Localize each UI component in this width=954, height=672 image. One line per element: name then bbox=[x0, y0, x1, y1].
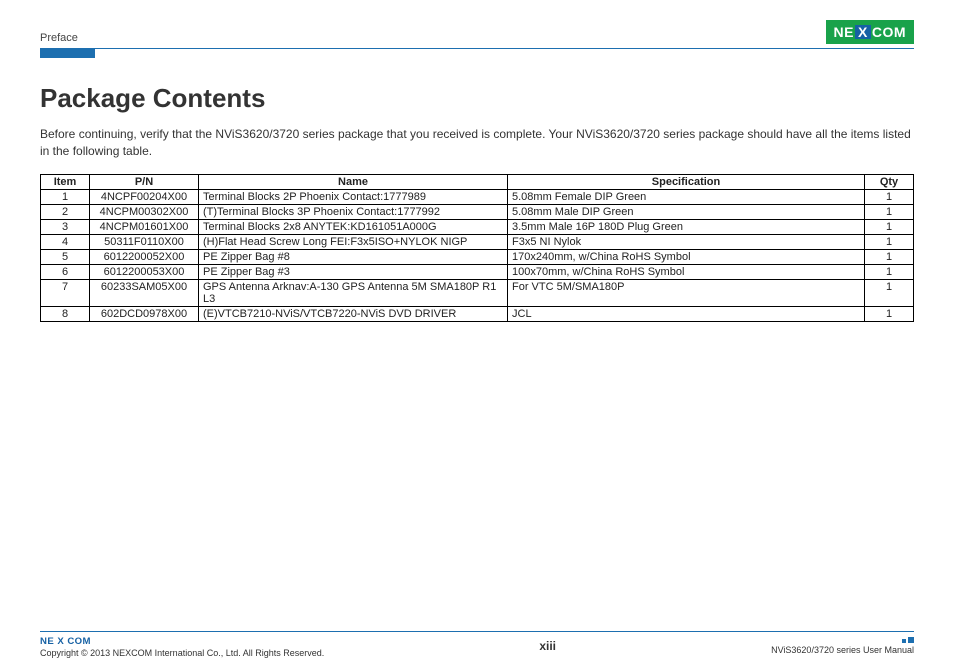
cell-spec: F3x5 NI Nylok bbox=[508, 234, 865, 249]
cell-spec: 3.5mm Male 16P 180D Plug Green bbox=[508, 219, 865, 234]
cell-name: GPS Antenna Arknav:A-130 GPS Antenna 5M … bbox=[199, 279, 508, 306]
cell-spec: 5.08mm Female DIP Green bbox=[508, 189, 865, 204]
th-name: Name bbox=[199, 174, 508, 189]
cell-qty: 1 bbox=[865, 219, 914, 234]
cell-spec: 100x70mm, w/China RoHS Symbol bbox=[508, 264, 865, 279]
cell-qty: 1 bbox=[865, 306, 914, 321]
header-section: Preface bbox=[40, 32, 78, 44]
table-row: 8602DCD0978X00(E)VTCB7210-NViS/VTCB7220-… bbox=[41, 306, 914, 321]
cell-qty: 1 bbox=[865, 264, 914, 279]
intro-paragraph: Before continuing, verify that the NViS3… bbox=[40, 126, 914, 160]
footer-doc-title: NViS3620/3720 series User Manual bbox=[771, 645, 914, 655]
package-contents-table: Item P/N Name Specification Qty 14NCPF00… bbox=[40, 174, 914, 322]
logo-text-x: X bbox=[855, 25, 871, 39]
table-row: 14NCPF00204X00Terminal Blocks 2P Phoenix… bbox=[41, 189, 914, 204]
table-header-row: Item P/N Name Specification Qty bbox=[41, 174, 914, 189]
cell-pn: 6012200053X00 bbox=[90, 264, 199, 279]
cell-pn: 60233SAM05X00 bbox=[90, 279, 199, 306]
cell-name: (T)Terminal Blocks 3P Phoenix Contact:17… bbox=[199, 204, 508, 219]
header-rule bbox=[40, 48, 914, 58]
cell-item: 2 bbox=[41, 204, 90, 219]
th-item: Item bbox=[41, 174, 90, 189]
footer-ornament bbox=[771, 637, 914, 643]
page-title: Package Contents bbox=[40, 83, 914, 114]
page-number: xiii bbox=[539, 639, 556, 653]
th-pn: P/N bbox=[90, 174, 199, 189]
cell-name: Terminal Blocks 2P Phoenix Contact:17779… bbox=[199, 189, 508, 204]
brand-logo: NEXCOM bbox=[826, 20, 914, 44]
footer-copyright: Copyright © 2013 NEXCOM International Co… bbox=[40, 648, 324, 658]
cell-qty: 1 bbox=[865, 279, 914, 306]
footer-rule bbox=[40, 631, 914, 632]
logo-text-post: COM bbox=[872, 24, 906, 40]
cell-name: PE Zipper Bag #3 bbox=[199, 264, 508, 279]
cell-spec: 170x240mm, w/China RoHS Symbol bbox=[508, 249, 865, 264]
cell-item: 5 bbox=[41, 249, 90, 264]
cell-item: 7 bbox=[41, 279, 90, 306]
table-row: 66012200053X00PE Zipper Bag #3100x70mm, … bbox=[41, 264, 914, 279]
th-qty: Qty bbox=[865, 174, 914, 189]
cell-item: 1 bbox=[41, 189, 90, 204]
cell-item: 6 bbox=[41, 264, 90, 279]
cell-pn: 4NCPM01601X00 bbox=[90, 219, 199, 234]
table-row: 450311F0110X00(H)Flat Head Screw Long FE… bbox=[41, 234, 914, 249]
cell-spec: For VTC 5M/SMA180P bbox=[508, 279, 865, 306]
cell-qty: 1 bbox=[865, 234, 914, 249]
cell-pn: 602DCD0978X00 bbox=[90, 306, 199, 321]
table-row: 34NCPM01601X00Terminal Blocks 2x8 ANYTEK… bbox=[41, 219, 914, 234]
header-tab bbox=[40, 48, 95, 58]
cell-pn: 50311F0110X00 bbox=[90, 234, 199, 249]
table-row: 760233SAM05X00GPS Antenna Arknav:A-130 G… bbox=[41, 279, 914, 306]
logo-text-pre: NE bbox=[834, 24, 854, 40]
cell-name: (H)Flat Head Screw Long FEI:F3x5ISO+NYLO… bbox=[199, 234, 508, 249]
cell-name: (E)VTCB7210-NViS/VTCB7220-NViS DVD DRIVE… bbox=[199, 306, 508, 321]
cell-item: 4 bbox=[41, 234, 90, 249]
cell-qty: 1 bbox=[865, 249, 914, 264]
cell-spec: JCL bbox=[508, 306, 865, 321]
th-spec: Specification bbox=[508, 174, 865, 189]
cell-name: PE Zipper Bag #8 bbox=[199, 249, 508, 264]
table-row: 56012200052X00PE Zipper Bag #8170x240mm,… bbox=[41, 249, 914, 264]
cell-pn: 4NCPF00204X00 bbox=[90, 189, 199, 204]
cell-item: 8 bbox=[41, 306, 90, 321]
cell-qty: 1 bbox=[865, 189, 914, 204]
cell-item: 3 bbox=[41, 219, 90, 234]
cell-pn: 6012200052X00 bbox=[90, 249, 199, 264]
cell-spec: 5.08mm Male DIP Green bbox=[508, 204, 865, 219]
cell-pn: 4NCPM00302X00 bbox=[90, 204, 199, 219]
cell-qty: 1 bbox=[865, 204, 914, 219]
footer-logo: NEXCOM bbox=[40, 635, 267, 646]
table-row: 24NCPM00302X00(T)Terminal Blocks 3P Phoe… bbox=[41, 204, 914, 219]
cell-name: Terminal Blocks 2x8 ANYTEK:KD161051A000G bbox=[199, 219, 508, 234]
